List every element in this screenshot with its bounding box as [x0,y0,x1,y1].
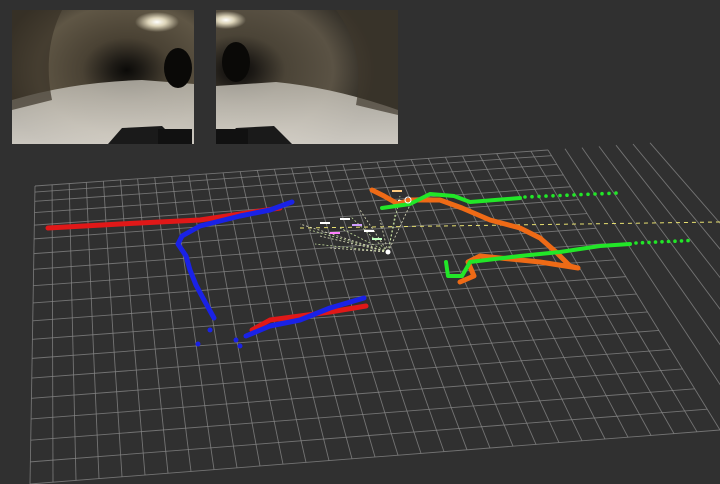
trajectory-green-point [673,239,677,243]
feature-marker [330,232,340,234]
trajectory-blue-point [207,327,213,333]
trajectory-green-point [660,240,664,244]
trajectory-blue-point [195,341,201,347]
grid-line [632,143,720,250]
grid-line [564,148,720,386]
grid-line [649,142,720,224]
trajectory-green-point [551,194,555,198]
grid-line [598,146,720,310]
feature-marker [364,230,374,232]
trajectory-green-point [607,191,611,196]
sensor-ray [387,204,411,253]
trajectory-red [45,205,283,231]
trajectory-green-point [523,195,527,199]
trajectory-green-point [686,238,690,243]
trajectory-green-point [544,194,548,198]
trajectory-green-point [666,239,671,244]
trajectory-green-point [634,241,638,245]
feature-marker [340,218,350,220]
feature-marker [320,222,330,224]
trajectory-blue-point [233,337,239,343]
feature-marker [352,224,362,226]
feature-marker [372,238,382,240]
trajectories [45,187,690,349]
grid-line [29,185,36,484]
sensor-ray [349,215,389,253]
grid-line [547,149,720,431]
sensor-ray [387,214,396,253]
trajectory-green-point [586,192,590,197]
trajectory-blue-point [237,343,243,349]
trajectory-green-point [579,192,583,197]
trajectory-green-point [558,193,562,198]
sensor-origin-point [385,249,391,255]
trajectory-green-point [679,239,684,243]
trajectory-green-point [565,193,569,197]
grid-line [462,155,606,440]
scene-canvas[interactable] [0,0,720,484]
trajectory-green-point [614,191,618,195]
trajectory-green-point [600,191,604,196]
trajectory-green-point [640,240,645,245]
trajectory-green-point [593,192,597,196]
trajectory-green-point [647,240,651,245]
3d-visualization-viewport[interactable] [0,0,720,484]
trajectory-green-point [530,194,534,199]
trajectory-green-point [537,194,541,199]
trajectory-green-point [653,240,658,244]
feature-marker [392,190,402,192]
trajectory-green-point [572,193,576,197]
